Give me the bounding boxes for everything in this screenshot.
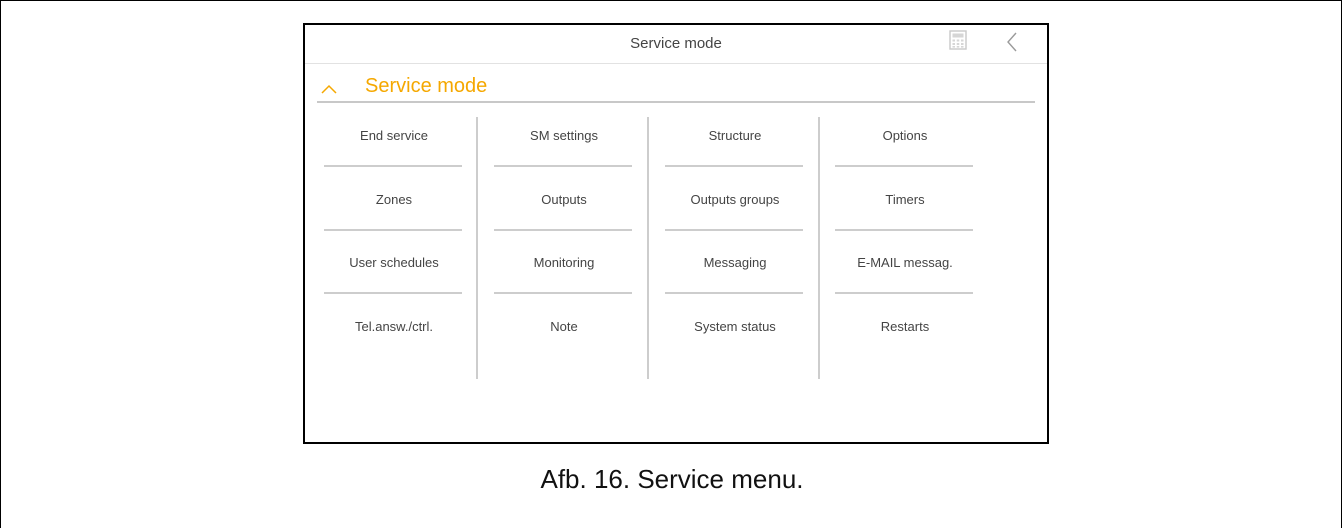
figure-caption: Afb. 16. Service menu. <box>540 464 804 494</box>
tile-label: Note <box>550 318 578 334</box>
calculator-icon[interactable] <box>949 30 967 50</box>
tile-label: Restarts <box>880 318 930 334</box>
tile-label: Monitoring <box>533 254 595 270</box>
tile-label: Outputs <box>541 191 587 207</box>
menu-tile-note[interactable]: Note <box>493 310 635 358</box>
tile-label: Zones <box>375 191 413 207</box>
column-divider <box>476 117 478 379</box>
column-divider <box>647 117 649 379</box>
chevron-up-icon[interactable] <box>321 84 337 94</box>
menu-tile-outputs-groups[interactable]: Outputs groups <box>664 183 806 231</box>
tile-divider <box>835 165 973 167</box>
menu-tile-monitoring[interactable]: Monitoring <box>493 246 635 294</box>
tile-divider <box>835 292 973 294</box>
menu-tile-zones[interactable]: Zones <box>323 183 465 231</box>
tile-label: Options <box>882 127 928 143</box>
section-header[interactable]: Service mode <box>317 75 1035 103</box>
menu-tile-sm-settings[interactable]: SM settings <box>493 119 635 167</box>
menu-tile-system-status[interactable]: System status <box>664 310 806 358</box>
tile-divider <box>324 229 462 231</box>
tile-divider <box>324 292 462 294</box>
tile-label: Messaging <box>703 254 767 270</box>
window-title: Service mode <box>630 35 722 52</box>
tile-label: Timers <box>885 191 925 207</box>
tile-label: Outputs groups <box>690 191 780 207</box>
menu-tile-structure[interactable]: Structure <box>664 119 806 167</box>
column-divider <box>818 117 820 379</box>
tile-divider <box>324 165 462 167</box>
tile-label: Tel.answ./ctrl. <box>354 318 434 334</box>
menu-tile-options[interactable]: Options <box>834 119 976 167</box>
menu-tile-user-schedules[interactable]: User schedules <box>323 246 465 294</box>
tile-divider <box>665 165 803 167</box>
section-title: Service mode <box>365 75 488 97</box>
tile-divider <box>494 229 632 231</box>
tile-label: SM settings <box>530 127 598 143</box>
tile-divider <box>665 229 803 231</box>
tile-label: End service <box>360 127 428 143</box>
chevron-left-icon[interactable] <box>1005 31 1019 53</box>
tile-divider <box>835 229 973 231</box>
tile-label: E-MAIL messag. <box>857 254 953 270</box>
menu-tile-messaging[interactable]: Messaging <box>664 246 806 294</box>
menu-tile-timers[interactable]: Timers <box>834 183 976 231</box>
menu-tile-end-service[interactable]: End service <box>323 119 465 167</box>
menu-tile-outputs[interactable]: Outputs <box>493 183 635 231</box>
top-bar: Service mode <box>305 25 1047 64</box>
tile-label: Structure <box>708 127 762 143</box>
tile-label: User schedules <box>349 254 439 270</box>
menu-tile-restarts[interactable]: Restarts <box>834 310 976 358</box>
tile-divider <box>494 165 632 167</box>
tile-label: System status <box>694 318 776 334</box>
tile-divider <box>494 292 632 294</box>
menu-tile-email-messaging[interactable]: E-MAIL messag. <box>834 246 976 294</box>
menu-tile-tel-answ-ctrl[interactable]: Tel.answ./ctrl. <box>323 310 465 358</box>
tile-divider <box>665 292 803 294</box>
device-screen: Service mode Service mode End service SM… <box>303 23 1049 444</box>
